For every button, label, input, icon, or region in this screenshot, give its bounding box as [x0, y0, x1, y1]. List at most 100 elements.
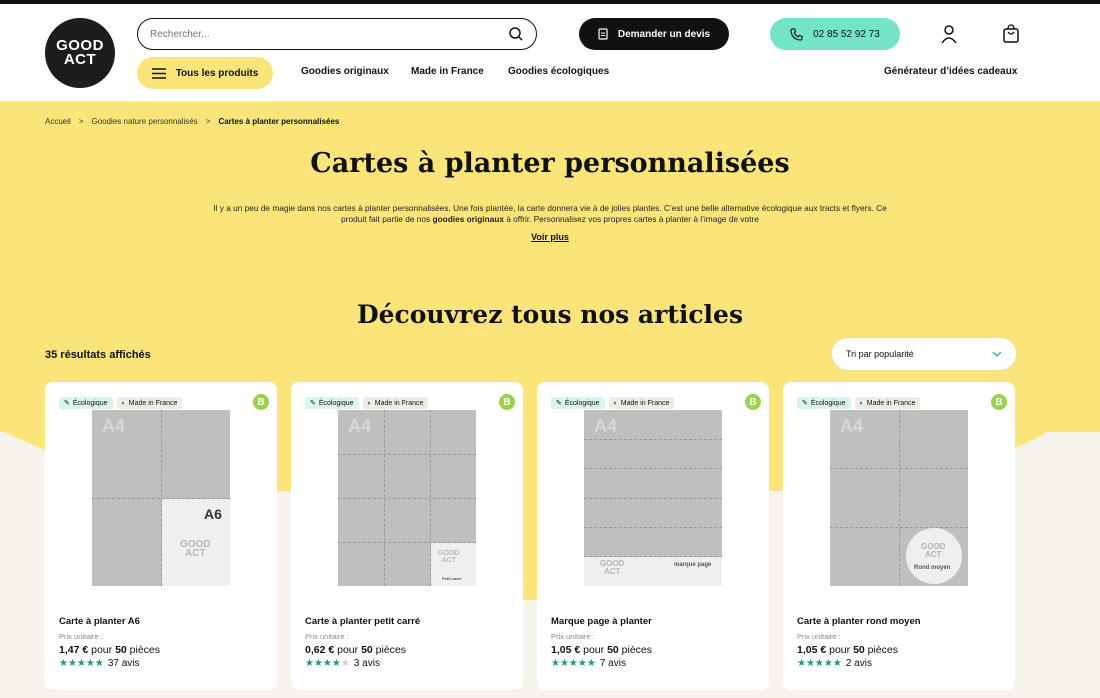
review-count[interactable]: 7 avis [600, 658, 626, 669]
eco-tag-label: Écologique [72, 399, 108, 407]
category-description: Il y a un peu de magie dans nos cartes à… [200, 203, 900, 225]
review-count[interactable]: 3 avis [354, 658, 380, 669]
eco-tag-label: Écologique [810, 399, 846, 407]
eco-tag: ✎ Écologique [59, 397, 113, 409]
eco-tag-label: Écologique [318, 399, 354, 407]
price-value: 0,62 € [305, 644, 335, 656]
product-price: 0,62 € pour 50 pièces [305, 644, 406, 656]
logo-mark: GOOD ACT [600, 559, 625, 576]
logo[interactable]: GOOD ACT [45, 18, 115, 88]
b-badge-icon: B [253, 394, 269, 410]
breadcrumb: Accueil > Goodies nature personnalisés >… [45, 117, 339, 126]
star-rating: ★★★★★ [305, 658, 350, 669]
price-label: Prix unitaire : [551, 632, 595, 641]
star-rating: ★★★★★ [59, 658, 104, 669]
price-value: 1,05 € [797, 644, 827, 656]
quote-button[interactable]: Demander un devis [579, 18, 729, 50]
review-count[interactable]: 2 avis [846, 658, 872, 669]
image-size-label: Rond moyen [914, 565, 951, 571]
french-flag-icon: ◐ [121, 399, 126, 407]
leaf-icon: ✎ [556, 400, 562, 407]
quote-button-label: Demander un devis [617, 28, 711, 40]
sort-label: Tri par popularité [846, 349, 914, 359]
cart-icon[interactable] [1002, 24, 1020, 44]
price-per: pour [91, 644, 113, 656]
product-image[interactable]: A4 GOOD ACT Petit carré [338, 410, 476, 586]
product-card[interactable]: ✎ Écologique ◐ Made in France B A4 A6 GOOD… [45, 382, 277, 690]
mif-tag-label: Made in France [866, 399, 916, 407]
product-tags: ✎ Écologique ◐ Made in France [551, 397, 675, 409]
b-badge-icon: B [745, 394, 761, 410]
price-value: 1,47 € [59, 644, 89, 656]
account-icon[interactable] [939, 24, 959, 44]
page-title: Cartes à planter personnalisées [310, 148, 790, 179]
product-rating: ★★★★★ 2 avis [797, 658, 872, 669]
price-per: pour [829, 644, 851, 656]
review-count[interactable]: 37 avis [108, 658, 140, 669]
product-tags: ✎ Écologique ◐ Made in France [797, 397, 921, 409]
product-name[interactable]: Carte à planter A6 [59, 616, 140, 627]
nav-gift-generator[interactable]: Générateur d’idées cadeaux [884, 66, 1017, 77]
results-count: 35 résultats affichés [45, 349, 151, 361]
breadcrumb-current: Cartes à planter personnalisées [218, 117, 340, 126]
french-flag-icon: ◐ [613, 399, 618, 407]
product-name[interactable]: Marque page à planter [551, 616, 652, 627]
price-unit: pièces [621, 644, 653, 656]
leaf-icon: ✎ [310, 400, 316, 407]
all-products-label: Tous les produits [175, 67, 259, 79]
price-qty: 50 [607, 644, 619, 656]
eco-tag-label: Écologique [564, 399, 600, 407]
nav-goodies-originaux[interactable]: Goodies originaux [301, 66, 389, 77]
price-label: Prix unitaire : [305, 632, 349, 641]
search-input[interactable] [150, 28, 508, 40]
search-icon[interactable] [508, 26, 524, 42]
product-image[interactable]: A4 GOOD ACT Rond moyen [830, 410, 968, 586]
product-image[interactable]: A4 GOOD ACT marque page [584, 410, 722, 586]
logo-mark: GOOD ACT [180, 539, 211, 559]
product-image[interactable]: A4 A6 GOOD ACT [92, 410, 230, 586]
read-more-link[interactable]: Voir plus [0, 232, 1100, 242]
breadcrumb-separator: > [205, 117, 211, 126]
star-rating: ★★★★★ [551, 658, 596, 669]
product-name[interactable]: Carte à planter petit carré [305, 616, 420, 627]
logo-mark: GOOD ACT [438, 550, 460, 564]
nav-goodies-ecologiques[interactable]: Goodies écologiques [508, 66, 609, 77]
price-qty: 50 [853, 644, 865, 656]
product-card[interactable]: ✎ Écologique ◐ Made in France B A4 GOOD ACT… [291, 382, 523, 690]
breadcrumb-separator: > [78, 117, 84, 126]
image-size-label: Petit carré [442, 576, 462, 581]
image-size-label: A6 [204, 506, 222, 522]
logo-text-bottom: ACT [63, 51, 97, 68]
product-card[interactable]: ✎ Écologique ◐ Made in France B A4 GOOD ACT… [783, 382, 1015, 690]
image-size-label: marque page [674, 562, 712, 568]
image-a4-label: A4 [840, 416, 864, 436]
product-tags: ✎ Écologique ◐ Made in France [305, 397, 429, 409]
section-title: Découvrez tous nos articles [356, 300, 744, 329]
star-rating: ★★★★★ [797, 658, 842, 669]
description-link[interactable]: goodies originaux [433, 214, 504, 224]
product-price: 1,05 € pour 50 pièces [551, 644, 652, 656]
image-a4-label: A4 [348, 416, 372, 436]
description-text-end: à offrir. Personnalisez vos propres cart… [503, 214, 759, 224]
price-unit: pièces [129, 644, 161, 656]
breadcrumb-home[interactable]: Accueil [45, 117, 71, 126]
french-flag-icon: ◐ [859, 399, 864, 407]
sort-select[interactable]: Tri par popularité [831, 337, 1017, 371]
price-unit: pièces [867, 644, 899, 656]
made-in-france-tag: ◐ Made in France [608, 397, 675, 409]
price-value: 1,05 € [551, 644, 581, 656]
image-a4-label: A4 [594, 416, 618, 436]
nav-made-in-france[interactable]: Made in France [411, 66, 484, 77]
product-tags: ✎ Écologique ◐ Made in France [59, 397, 183, 409]
b-badge-icon: B [991, 394, 1007, 410]
image-a4-label: A4 [102, 416, 126, 436]
price-per: pour [583, 644, 605, 656]
product-name[interactable]: Carte à planter rond moyen [797, 616, 921, 627]
breadcrumb-category[interactable]: Goodies nature personnalisés [91, 117, 197, 126]
all-products-button[interactable]: Tous les produits [137, 57, 273, 89]
product-card[interactable]: ✎ Écologique ◐ Made in France B A4 GOOD ACT… [537, 382, 769, 690]
product-rating: ★★★★★ 3 avis [305, 658, 380, 669]
logo-mark: GOOD ACT [921, 542, 946, 559]
price-unit: pièces [375, 644, 407, 656]
phone-button[interactable]: 02 85 52 92 73 [770, 18, 900, 50]
